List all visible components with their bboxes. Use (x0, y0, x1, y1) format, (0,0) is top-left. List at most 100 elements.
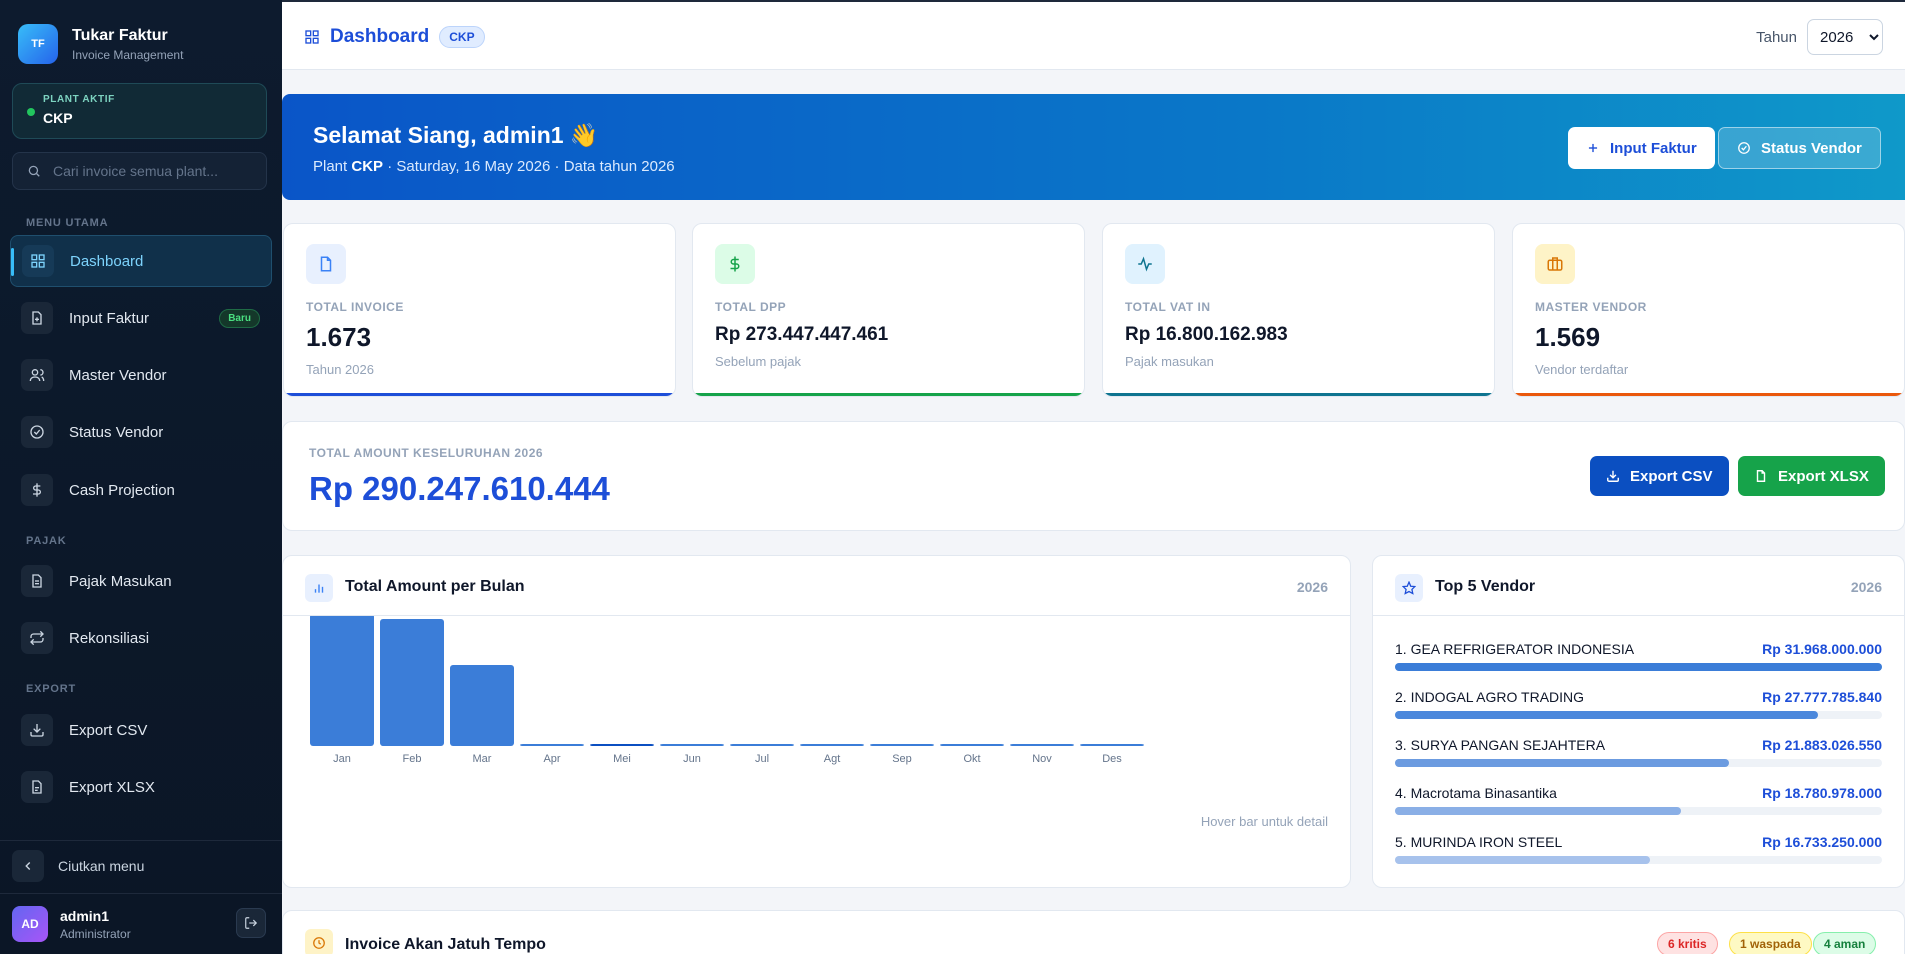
status-vendor-button[interactable]: Status Vendor (1718, 127, 1881, 169)
sidebar-item-status-vendor[interactable]: Status Vendor (10, 406, 272, 458)
plant-name: CKP (351, 158, 384, 175)
sidebar-item-label: Export CSV (69, 721, 148, 739)
top-bar: Dashboard CKP Tahun 2026 (282, 0, 1905, 70)
stat-card-total-dpp: TOTAL DPP Rp 273.447.447.461 Sebelum paj… (692, 223, 1085, 397)
stat-accent-bar (284, 393, 675, 396)
bar-mei[interactable] (590, 744, 654, 746)
plus-icon (1588, 143, 1598, 153)
vendor-row[interactable]: 5. MURINDA IRON STEEL Rp 16.733.250.000 (1395, 834, 1882, 874)
vendor-row[interactable]: 4. Macrotama Binasantika Rp 18.780.978.0… (1395, 785, 1882, 825)
greeting: Selamat Siang, admin1 👋 (313, 122, 599, 148)
bar-feb[interactable] (380, 619, 444, 746)
brand[interactable]: TF Tukar Faktur Invoice Management (18, 24, 183, 64)
vendor-amount: Rp 31.968.000.000 (1762, 641, 1882, 657)
vendor-bar-track (1395, 759, 1882, 767)
bar-sep[interactable] (870, 744, 934, 746)
sidebar-item-dashboard[interactable]: Dashboard (10, 235, 272, 287)
export-xlsx-button[interactable]: Export XLSX (1738, 456, 1885, 496)
bar-jun[interactable] (660, 744, 724, 746)
active-plant-card[interactable]: PLANT AKTIF CKP (12, 83, 267, 139)
vendor-row[interactable]: 2. INDOGAL AGRO TRADING Rp 27.777.785.84… (1395, 689, 1882, 729)
panel-year: 2026 (1850, 579, 1882, 595)
sidebar-item-master-vendor[interactable]: Master Vendor (10, 349, 272, 401)
page-title: Dashboard CKP (304, 26, 485, 48)
file-plus-icon (21, 302, 53, 334)
vendor-bar-fill (1395, 663, 1882, 671)
briefcase-icon (1535, 244, 1575, 284)
warning-count-badge[interactable]: 1 waspada (1729, 932, 1812, 954)
bar-jan[interactable] (310, 616, 374, 746)
safe-count-badge[interactable]: 4 aman (1813, 932, 1877, 954)
bar-agt[interactable] (800, 744, 864, 746)
welcome-banner: Selamat Siang, admin1 👋 Plant CKP · Satu… (282, 94, 1905, 200)
bar-apr[interactable] (520, 744, 584, 746)
sidebar-item-label: Pajak Masukan (69, 572, 172, 590)
vendor-row[interactable]: 3. SURYA PANGAN SEJAHTERA Rp 21.883.026.… (1395, 737, 1882, 777)
stat-value: 1.673 (306, 322, 372, 352)
collapse-label: Ciutkan menu (58, 858, 145, 874)
vendor-bar-fill (1395, 711, 1819, 719)
sidebar-item-export-csv[interactable]: Export CSV (10, 704, 272, 756)
sidebar-item-rekonsiliasi[interactable]: Rekonsiliasi (10, 612, 272, 664)
chart-hint: Hover bar untuk detail (1200, 814, 1328, 829)
sidebar-item-pajak-masukan[interactable]: Pajak Masukan (10, 555, 272, 607)
logout-button[interactable] (236, 908, 266, 938)
app-name: Tukar Faktur (72, 26, 168, 44)
x-tick-label: Nov (1032, 753, 1052, 765)
sidebar-item-label: Master Vendor (69, 366, 167, 384)
year-filter: Tahun 2026 (1756, 19, 1883, 55)
user-role: Administrator (60, 926, 131, 941)
sidebar: TF Tukar Faktur Invoice Management PLANT… (0, 0, 282, 954)
stat-value: Rp 16.800.162.983 (1125, 324, 1288, 345)
sidebar-item-label: Status Vendor (69, 423, 164, 441)
bar-mar[interactable] (450, 665, 514, 746)
user-profile[interactable]: AD admin1 Administrator (12, 906, 131, 942)
bar-des[interactable] (1080, 744, 1144, 746)
sidebar-item-cash-projection[interactable]: Cash Projection (10, 464, 272, 516)
new-badge: Baru (219, 308, 260, 328)
critical-count-badge[interactable]: 6 kritis (1657, 932, 1718, 954)
vendor-row[interactable]: 1. GEA REFRIGERATOR INDONESIA Rp 31.968.… (1395, 641, 1882, 681)
year-select[interactable]: 2026 (1807, 19, 1883, 55)
collapse-menu-button[interactable]: Ciutkan menu (12, 850, 144, 882)
bar-jul[interactable] (730, 744, 794, 746)
panel-header: Total Amount per Bulan 2026 (283, 556, 1350, 616)
clock-icon (305, 929, 333, 954)
x-tick-label: Jun (683, 753, 701, 765)
total-label: TOTAL AMOUNT KESELURUHAN 2026 (309, 446, 544, 460)
grid-icon (22, 245, 54, 277)
sidebar-item-input-faktur[interactable]: Input Faktur Baru (10, 292, 272, 344)
section-label-tax: PAJAK (26, 535, 67, 547)
stat-value: 1.569 (1535, 322, 1601, 352)
x-tick-label: Jul (755, 753, 769, 765)
x-tick-label: Mei (613, 753, 631, 765)
section-label-main: MENU UTAMA (26, 217, 109, 229)
sidebar-item-label: Input Faktur (69, 309, 150, 327)
vendor-amount: Rp 18.780.978.000 (1762, 785, 1882, 801)
logout-icon (245, 917, 258, 929)
sidebar-item-export-xlsx[interactable]: Export XLSX (10, 761, 272, 813)
current-date: Saturday, 16 May 2026 (396, 158, 551, 175)
export-csv-button[interactable]: Export CSV (1590, 456, 1729, 496)
vendor-bar-track (1395, 856, 1882, 864)
section-label-export: EXPORT (26, 683, 77, 695)
bar-okt[interactable] (940, 744, 1004, 746)
vendor-bar-fill (1395, 759, 1729, 767)
button-label: Input Faktur (1610, 139, 1697, 157)
dollar-icon (715, 244, 755, 284)
vendor-name: 1. GEA REFRIGERATOR INDONESIA (1395, 641, 1635, 657)
search-box[interactable] (12, 152, 267, 190)
check-circle-icon (21, 416, 53, 448)
vendor-name: 3. SURYA PANGAN SEJAHTERA (1395, 737, 1606, 753)
bar-nov[interactable] (1010, 744, 1074, 746)
total-amount-card: TOTAL AMOUNT KESELURUHAN 2026 Rp 290.247… (282, 421, 1905, 531)
star-icon (1395, 574, 1423, 602)
search-icon (28, 165, 40, 177)
input-faktur-button[interactable]: Input Faktur (1568, 127, 1715, 169)
status-dot-icon (27, 108, 35, 116)
stat-card-total-invoice: TOTAL INVOICE 1.673 Tahun 2026 (283, 223, 676, 397)
search-input[interactable] (53, 163, 243, 179)
panel-title: Total Amount per Bulan (345, 578, 525, 595)
chevron-left-icon (12, 850, 44, 882)
sidebar-item-label: Export XLSX (69, 778, 155, 796)
